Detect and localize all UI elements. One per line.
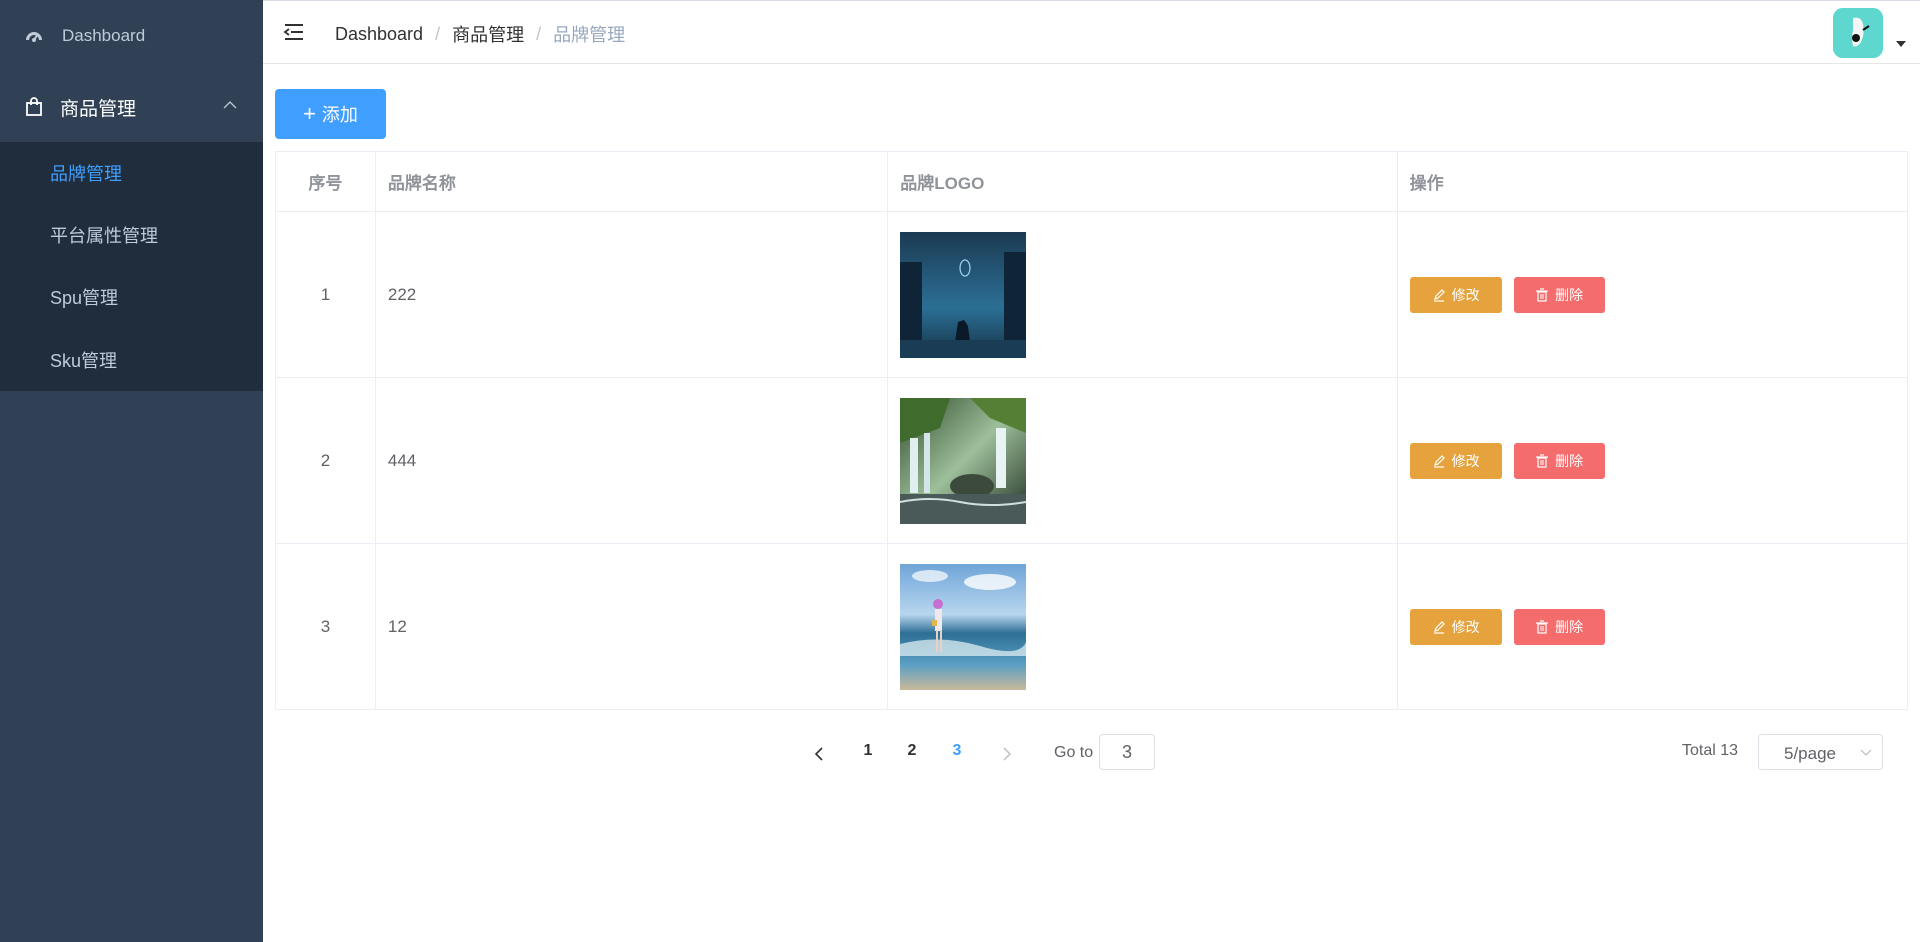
cell-logo [888,212,1398,377]
avatar[interactable] [1833,8,1883,58]
sidebar-item-label: Sku管理 [50,351,118,371]
cell-index: 3 [276,544,376,709]
page-size-select[interactable]: 5/page [1758,734,1883,770]
column-header-index: 序号 [276,152,376,211]
sidebar-item-attr[interactable]: 平台属性管理 [0,204,263,266]
cell-brand-name: 222 [376,212,889,377]
trash-icon [1536,287,1549,302]
cell-brand-name: 12 [376,544,889,709]
submenu-goods: 品牌管理 平台属性管理 Spu管理 Sku管理 [0,142,263,391]
edit-button-label: 修改 [1451,452,1480,469]
edit-icon [1433,288,1445,302]
sidebar-item-label: Spu管理 [50,288,119,308]
page-button-2[interactable]: 2 [900,742,924,760]
edit-button[interactable]: 修改 [1409,608,1502,645]
chevron-down-icon [1860,749,1872,756]
night-forest-deer-image [900,231,1027,358]
avatar-character-icon [1833,8,1883,58]
goto-page-input[interactable] [1099,734,1155,770]
delete-button[interactable]: 删除 [1513,276,1605,313]
caret-down-icon[interactable] [1896,41,1906,47]
delete-button[interactable]: 删除 [1513,608,1605,645]
menu-label-dashboard: Dashboard [62,26,146,45]
cell-actions: 修改 删除 [1398,378,1907,543]
breadcrumb-item-dashboard[interactable]: Dashboard [335,24,423,45]
menu-item-goods[interactable]: 商品管理 [0,72,263,142]
edit-button-label: 修改 [1451,286,1480,303]
delete-button-label: 删除 [1555,286,1584,303]
chevron-right-icon[interactable] [996,744,1016,764]
column-header-actions: 操作 [1409,174,1444,193]
page-button-1[interactable]: 1 [856,742,880,760]
top-navbar: Dashboard / 商品管理 / 品牌管理 [263,0,1920,64]
cell-actions: 修改 删除 [1398,212,1907,377]
cell-brand-name: 444 [376,378,889,543]
chevron-left-icon[interactable] [810,744,830,764]
breadcrumb-separator: / [536,23,542,44]
girl-on-beach-image [900,563,1027,690]
breadcrumb: Dashboard / 商品管理 / 品牌管理 [335,21,625,47]
cell-logo [888,378,1398,543]
edit-icon [1433,454,1445,468]
total-count: Total 13 [1682,742,1739,759]
add-brand-button[interactable]: + 添加 [275,89,386,139]
page-size-value: 5/page [1784,744,1836,763]
delete-button[interactable]: 删除 [1513,442,1605,479]
sidebar-item-spu[interactable]: Spu管理 [0,266,263,328]
edit-button-label: 修改 [1451,618,1480,635]
column-header-name: 品牌名称 [376,152,889,211]
sidebar-item-brand[interactable]: 品牌管理 [0,142,263,204]
chevron-up-icon [223,101,237,109]
goto-label: Go to [1054,744,1094,761]
brand-table: 序号 品牌名称 品牌LOGO 操作 1 222 修改 删除 2 444 修改 删… [275,151,1908,710]
dashboard-icon [24,26,44,46]
sidebar-item-label: 平台属性管理 [50,226,158,246]
sidebar-item-label: 品牌管理 [50,164,122,184]
menu-label-goods: 商品管理 [60,98,137,120]
delete-button-label: 删除 [1555,618,1584,635]
cell-actions: 修改 删除 [1398,544,1907,709]
waterfall-image [900,397,1027,524]
edit-button[interactable]: 修改 [1409,276,1502,313]
trash-icon [1536,453,1549,468]
table-row: 3 12 修改 删除 [276,544,1907,709]
edit-icon [1433,620,1445,634]
edit-button[interactable]: 修改 [1409,442,1502,479]
breadcrumb-separator: / [435,23,441,44]
cell-index: 2 [276,378,376,543]
menu-item-dashboard[interactable]: Dashboard [0,0,263,72]
table-row: 1 222 修改 删除 [276,212,1907,378]
breadcrumb-item-brand: 品牌管理 [553,25,626,45]
hamburger-icon[interactable] [283,21,305,43]
plus-icon: + [303,101,316,126]
sidebar-item-sku[interactable]: Sku管理 [0,329,263,391]
delete-button-label: 删除 [1555,452,1584,469]
page-button-3[interactable]: 3 [945,742,969,760]
cell-index: 1 [276,212,376,377]
sidebar: Dashboard 商品管理 品牌管理 平台属性管理 Spu管理 Sku管理 [0,0,263,942]
shopping-bag-icon [24,97,44,117]
trash-icon [1536,619,1549,634]
add-button-label: 添加 [321,105,358,125]
table-row: 2 444 修改 删除 [276,378,1907,544]
cell-logo [888,544,1398,709]
breadcrumb-item-goods: 商品管理 [452,25,525,45]
column-header-logo: 品牌LOGO [888,152,1398,211]
table-header-row: 序号 品牌名称 品牌LOGO 操作 [276,152,1907,212]
